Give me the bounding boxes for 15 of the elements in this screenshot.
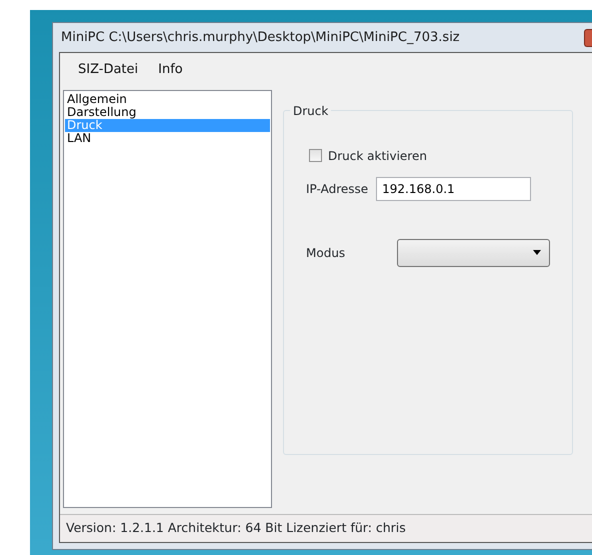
list-item[interactable]: Allgemein — [65, 92, 270, 106]
mode-dropdown[interactable] — [397, 238, 550, 266]
checkbox[interactable] — [309, 149, 322, 162]
ip-address-field[interactable]: 192.168.0.1 — [376, 176, 532, 200]
menu-item[interactable]: SIZ-Datei — [68, 57, 148, 82]
caret-icon — [533, 250, 541, 255]
list-item[interactable]: LAN — [65, 132, 270, 144]
list-item[interactable]: Darstellung — [65, 106, 270, 118]
checkbox-label: Druck aktivieren — [328, 148, 427, 164]
close-button[interactable] — [584, 28, 592, 46]
status-text: Version: 1.2.1.1 Architektur: 64 Bit Lizenziert für: chris — [66, 519, 406, 538]
field-label: Modus — [306, 244, 346, 262]
field-label: IP-Adresse — [306, 180, 368, 198]
window-title: MiniPC C:\Users\chris.murphy\Desktop\MiniPC\MiniPC_703.siz — [61, 28, 460, 47]
menu-item[interactable]: Info — [148, 57, 193, 82]
